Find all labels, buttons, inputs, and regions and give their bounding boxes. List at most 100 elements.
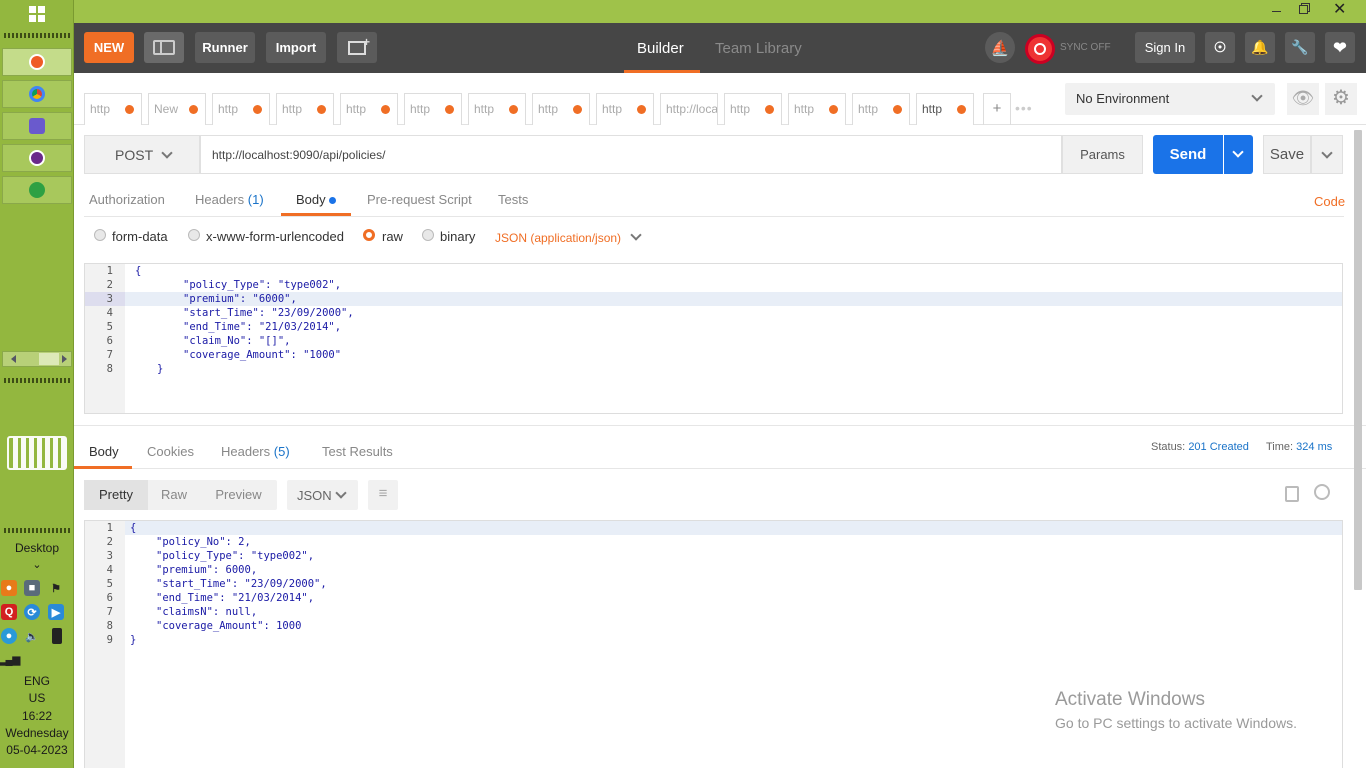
send-options-button[interactable] [1224,135,1253,174]
desktop-label[interactable]: Desktop [0,541,74,555]
resp-tab-body-indicator [74,466,132,469]
clock-day[interactable]: Wednesday [0,726,74,740]
request-body-editor[interactable]: 1 {2 "policy_Type": "type002", 3 "premium": … [84,263,1343,414]
flag-icon[interactable]: ⚑ [48,580,64,596]
taskbar-chrome[interactable] [2,80,72,108]
request-tab[interactable]: http [468,93,526,125]
clock-time[interactable]: 16:22 [0,709,74,723]
request-tab[interactable]: http [916,93,974,125]
request-tab[interactable]: http [532,93,590,125]
pretty-button[interactable]: Pretty [84,480,148,510]
builder-tab[interactable]: Builder [637,40,684,57]
taskbar-postman[interactable] [2,48,72,76]
request-tab[interactable]: http [84,93,142,125]
format-select[interactable]: JSON [287,480,358,510]
save-options-button[interactable] [1311,135,1343,174]
request-tab[interactable]: http [404,93,462,125]
raw-label[interactable]: raw [382,229,403,244]
bell-icon[interactable]: 🔔 [1245,32,1275,63]
clock-date[interactable]: 05-04-2023 [0,743,74,757]
add-tab-button[interactable]: + [983,93,1011,125]
runner-button[interactable]: Runner [195,32,255,63]
radio-form-data[interactable] [94,229,106,241]
import-button[interactable]: Import [266,32,326,63]
taskbar-github[interactable] [2,144,72,172]
new-window-button[interactable]: + [337,32,377,63]
request-tab[interactable]: New [148,93,206,125]
language-label[interactable]: ENG [0,674,74,688]
binary-label[interactable]: binary [440,229,475,244]
gear-icon[interactable]: ⚙ [1325,83,1357,115]
request-tab[interactable]: http [340,93,398,125]
params-button[interactable]: Params [1062,135,1143,174]
windows-start-icon[interactable] [29,6,45,22]
method-select[interactable]: POST [84,135,200,174]
request-tab[interactable]: http://loca [660,93,718,125]
eye-icon[interactable]: 👁 [1287,83,1319,115]
radio-binary[interactable] [422,229,434,241]
request-tab[interactable]: http [212,93,270,125]
request-tab[interactable]: http [852,93,910,125]
satellite-icon[interactable]: ☉ [1205,32,1235,63]
sidebar-toggle-button[interactable] [144,32,184,63]
line-number: 7 [106,606,113,618]
code-link[interactable]: Code [1314,194,1345,209]
save-button[interactable]: Save [1263,135,1311,174]
taskbar-vscode[interactable] [2,112,72,140]
battery-icon[interactable] [52,628,62,644]
resp-tab-headers[interactable]: Headers (5) [221,444,290,459]
environment-select[interactable]: No Environment [1065,83,1275,115]
request-tab[interactable]: http [788,93,846,125]
wrench-icon[interactable]: 🔧 [1285,32,1315,63]
search-icon[interactable] [1314,484,1330,500]
tab-prerequest-script[interactable]: Pre-request Script [367,192,472,207]
radio-urlencoded[interactable] [188,229,200,241]
taskbar-grip [4,33,70,38]
tray-monitor-icon[interactable]: ■ [24,580,40,596]
interceptor-icon[interactable]: ⛵ [985,32,1015,63]
taskbar-edge[interactable] [2,176,72,204]
taskbar-scrollbar[interactable] [2,351,72,367]
tab-headers[interactable]: Headers (1) [195,192,264,207]
sync-icon[interactable] [1025,34,1055,64]
request-tab[interactable]: http [724,93,782,125]
chevron-down-icon[interactable]: ⌄ [0,558,74,571]
more-tabs-icon[interactable]: ••• [1015,100,1033,116]
copy-icon[interactable] [1285,486,1299,502]
send-button[interactable]: Send [1153,135,1223,174]
url-input[interactable]: http://localhost:9090/api/policies/ [200,135,1062,174]
close-icon[interactable]: ✕ [1333,0,1347,20]
content-type-select[interactable]: JSON (application/json) [495,229,643,245]
volume-icon[interactable]: 🔈 [24,628,40,644]
remote-app-icon[interactable]: ▶ [48,604,64,620]
urlencoded-label[interactable]: x-www-form-urlencoded [206,229,344,244]
radio-raw[interactable] [363,229,375,241]
heart-icon[interactable]: ❤ [1325,32,1355,63]
preview-button[interactable]: Preview [200,480,277,510]
resp-tab-test-results[interactable]: Test Results [322,444,393,459]
sync-app-icon[interactable]: ⟳ [24,604,40,620]
resp-tab-cookies[interactable]: Cookies [147,444,194,459]
tab-authorization[interactable]: Authorization [89,192,165,207]
raw-button[interactable]: Raw [148,480,200,510]
network-app-icon[interactable]: ● [1,628,17,644]
new-button[interactable]: NEW [84,32,134,63]
request-tab[interactable]: http [596,93,654,125]
region-label[interactable]: US [0,691,74,705]
team-library-tab[interactable]: Team Library [715,40,802,57]
request-tab[interactable]: http [276,93,334,125]
sign-in-button[interactable]: Sign In [1135,32,1195,63]
main-scrollbar[interactable] [1354,130,1362,590]
form-data-label[interactable]: form-data [112,229,168,244]
tray-app-icon[interactable]: ● [1,580,17,596]
tab-tests[interactable]: Tests [498,192,528,207]
unsaved-dot-icon [573,105,582,114]
wrap-lines-icon[interactable]: ≡ [368,480,398,510]
q-app-icon[interactable]: Q [1,604,17,620]
touch-keyboard-icon[interactable] [7,436,67,470]
tab-body[interactable]: Body [296,192,337,207]
signal-icon[interactable]: ▂▄▆ [0,652,20,668]
minimize-icon[interactable] [1272,11,1281,12]
restore-icon[interactable] [1299,5,1308,14]
resp-tab-body[interactable]: Body [89,444,119,459]
